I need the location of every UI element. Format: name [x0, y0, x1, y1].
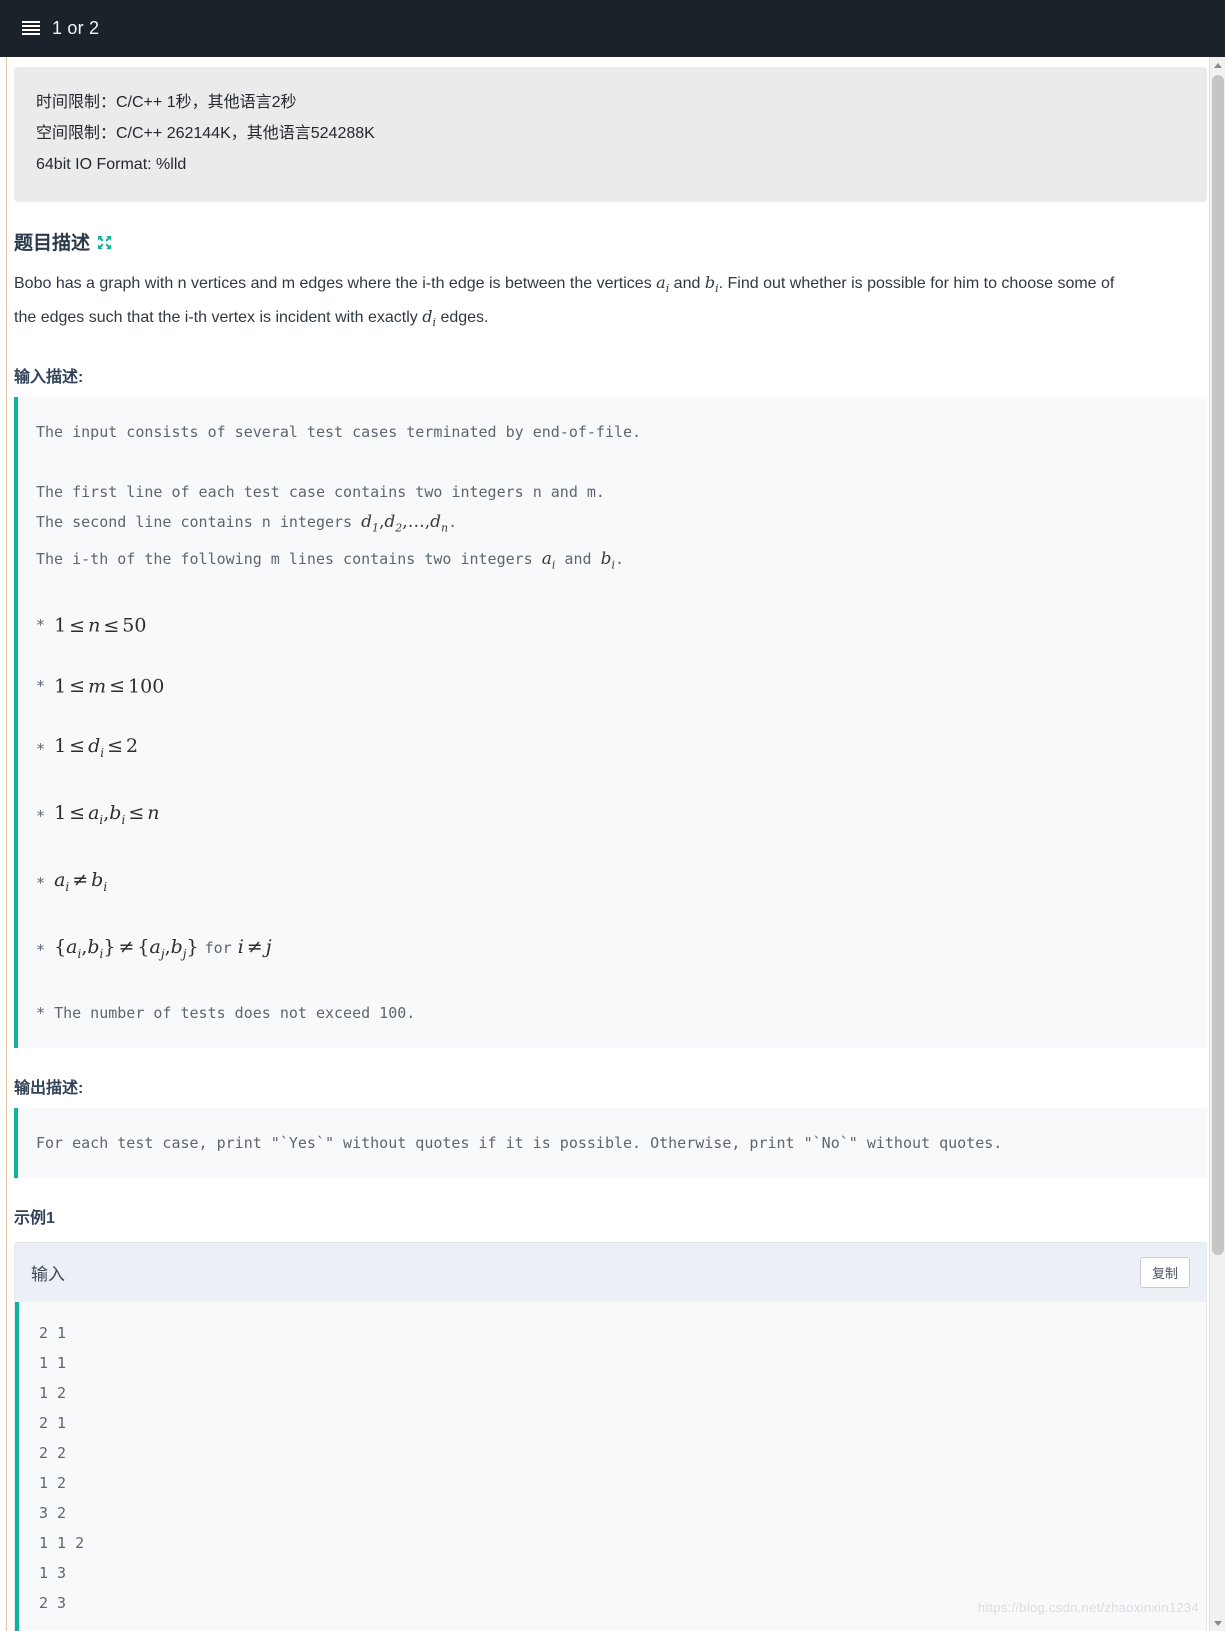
variable-d: di: [422, 307, 436, 330]
vertical-scrollbar[interactable]: [1209, 57, 1225, 1631]
constraints-list: * 1 ≤ n ≤50 * 1 ≤ m ≤100 * 1 ≤ di ≤2 * 1 ≤ ai,bi ≤ n …: [36, 610, 1207, 1028]
variable-b: bi: [704, 273, 719, 296]
top-bar: 1 or 2: [0, 0, 1225, 57]
input-desc-line-4: The i-th of the following m lines contai…: [36, 548, 625, 572]
description-text-1: Bobo has a graph with n vertices and m e…: [14, 275, 657, 292]
input-desc-line-3: The second line contains n integers d1,d…: [36, 512, 458, 535]
constraint-item: * 1 ≤ ai,bi ≤ n: [36, 801, 160, 827]
example-heading: 示例1: [14, 1210, 55, 1228]
constraint-item: * {ai,bi} ≠ {aj,bj} for i ≠ j: [36, 935, 272, 961]
example-input-label: 输入: [31, 1265, 65, 1285]
example-block: 输入 复制 2 1 1 1 1 2 2 1 2 2 1 2 3 2 1 1 2 …: [14, 1242, 1207, 1631]
example-input-text: 2 1 1 1 1 2 2 1 2 2 1 2 3 2 1 1 2 1 3 2 …: [15, 1302, 1206, 1631]
description-text-4: edges.: [436, 309, 489, 327]
constraint-text: The number of tests does not exceed 100.: [54, 1004, 416, 1023]
input-desc-line-2: The first line of each test case contain…: [36, 483, 605, 502]
scroll-down-arrow[interactable]: [1210, 1615, 1225, 1631]
example-input-header: 输入 复制: [15, 1243, 1206, 1303]
variable-a: ai: [656, 273, 670, 296]
page-title: 1 or 2: [52, 18, 100, 38]
scroll-thumb[interactable]: [1212, 75, 1224, 1255]
constraint-item: * 1 ≤ m ≤100: [36, 675, 165, 698]
constraint-item: * The number of tests does not exceed 10…: [36, 1004, 416, 1023]
constraint-item: * 1 ≤ di ≤2: [36, 735, 139, 760]
page-body: 时间限制：C/C++ 1秒，其他语言2秒 空间限制：C/C++ 262144K，…: [0, 57, 1225, 1631]
description-paragraph: Bobo has a graph with n vertices and m e…: [14, 269, 1134, 337]
input-desc-line-1: The input consists of several test cases…: [36, 423, 642, 442]
constraint-item: * 1 ≤ n ≤50: [36, 614, 147, 637]
description-heading: 题目描述: [14, 228, 1225, 255]
watermark: https://blog.csdn.net/zhaoxinxin1234: [977, 1600, 1199, 1615]
io-format-text: 64bit IO Format: %lld: [36, 156, 187, 173]
input-description-heading: 输入描述:: [14, 369, 84, 387]
input-description-block: The input consists of several test cases…: [14, 397, 1207, 1049]
description-text-2: and: [669, 275, 705, 292]
copy-input-button[interactable]: 复制: [1139, 1257, 1190, 1289]
output-description-block: For each test case, print "`Yes`" withou…: [14, 1108, 1207, 1179]
expand-arrows-icon[interactable]: [97, 234, 112, 250]
scroll-up-arrow[interactable]: [1210, 57, 1225, 73]
description-heading-label: 题目描述: [14, 233, 91, 254]
list-icon[interactable]: [22, 20, 40, 37]
limits-panel: 时间限制：C/C++ 1秒，其他语言2秒 空间限制：C/C++ 262144K，…: [14, 67, 1207, 202]
memory-limit-text: 空间限制：C/C++ 262144K，其他语言524288K: [36, 125, 375, 142]
constraint-item: * ai ≠ bi: [36, 868, 108, 894]
time-limit-text: 时间限制：C/C++ 1秒，其他语言2秒: [36, 94, 297, 111]
output-description-heading: 输出描述:: [14, 1080, 84, 1098]
